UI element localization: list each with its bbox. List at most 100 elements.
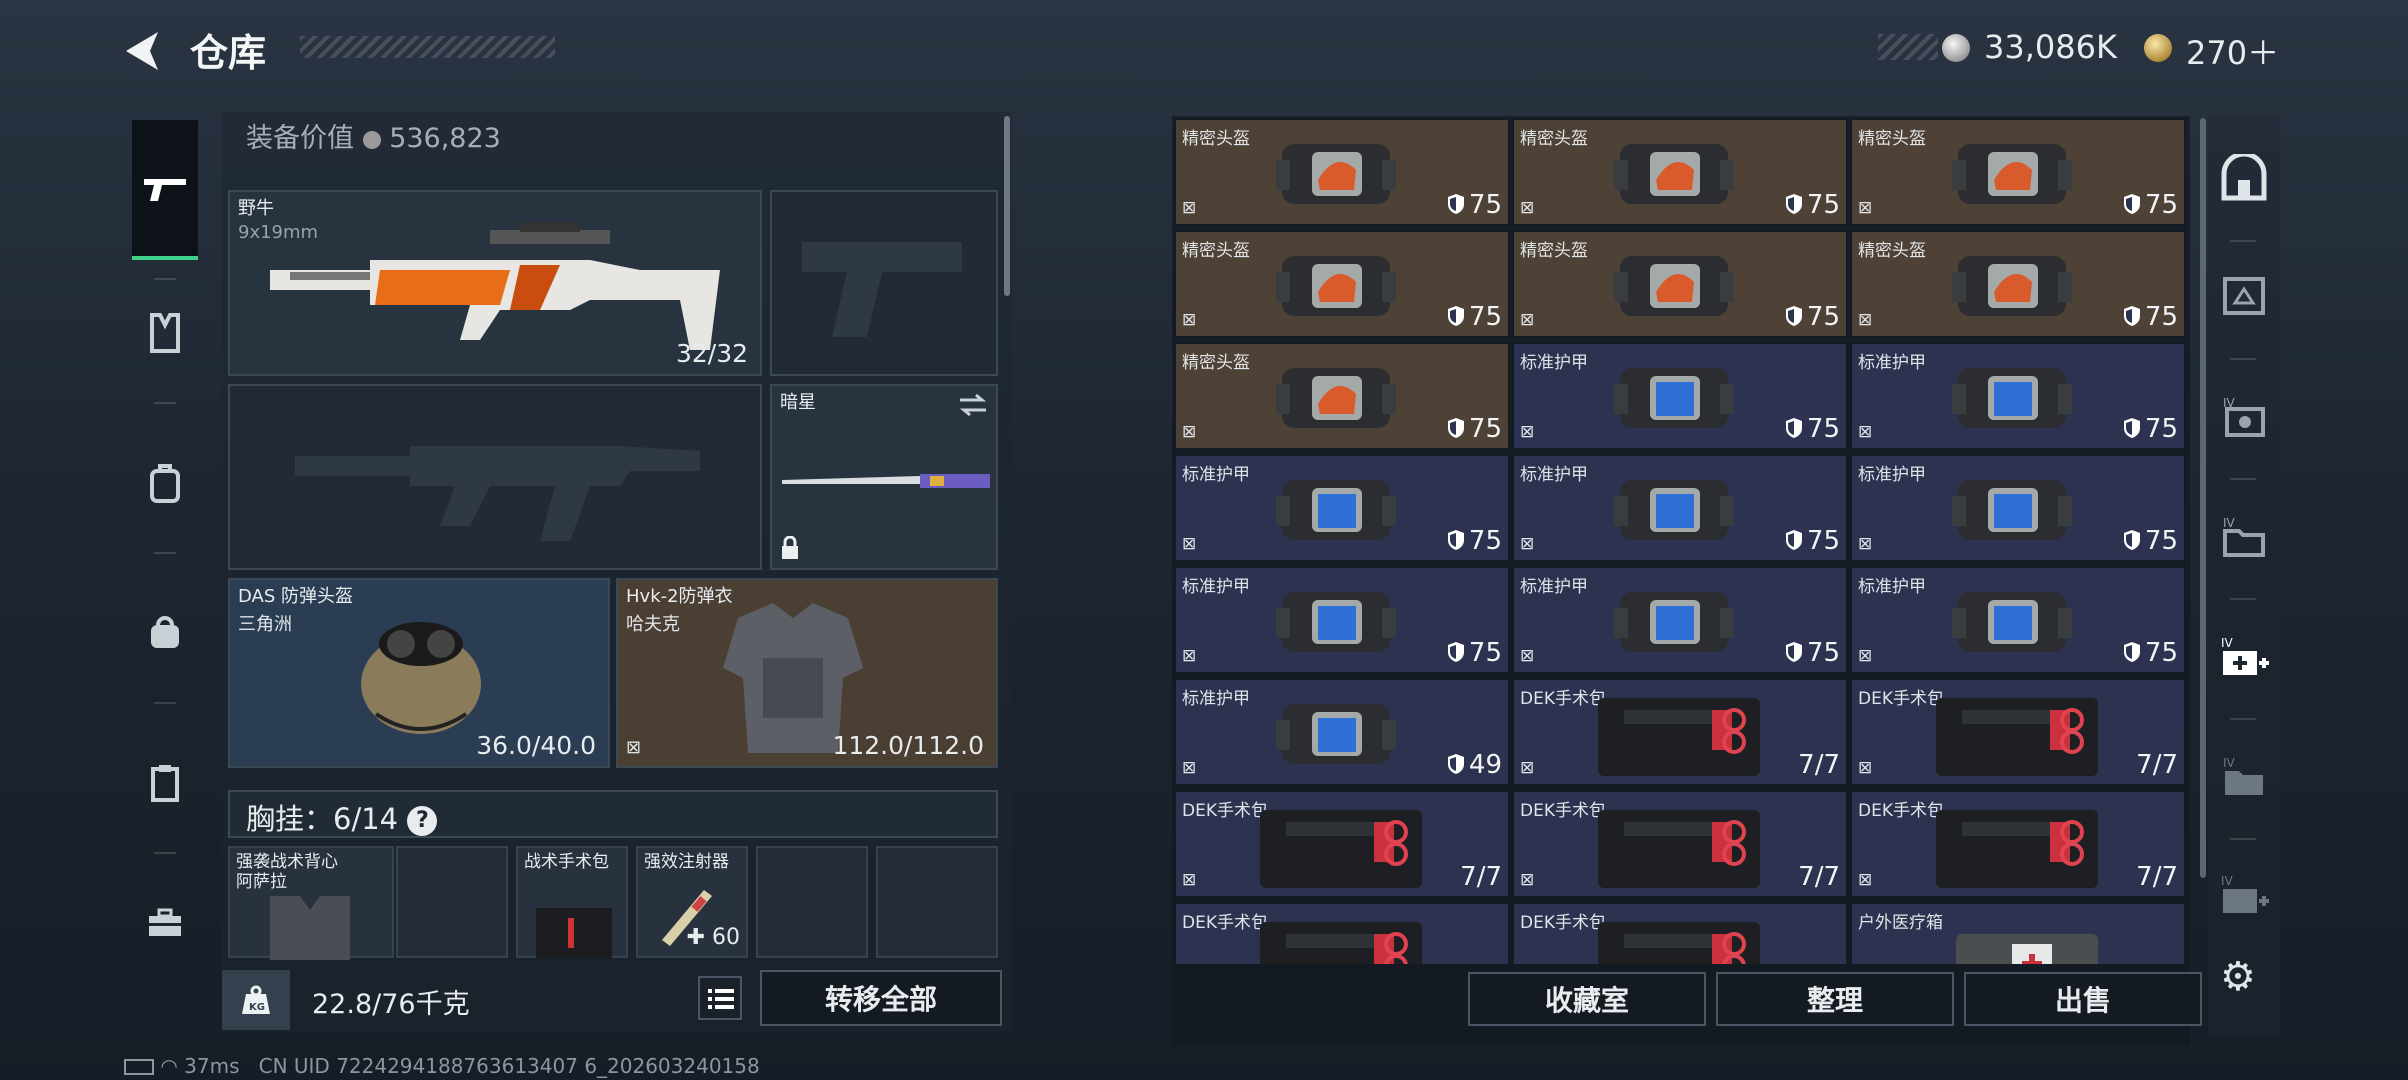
item-durability: 75 — [1447, 638, 1502, 668]
storage-item[interactable]: DEK手术包 ⊠ 7/7 — [1850, 790, 2186, 898]
armor-icon — [1952, 466, 2072, 550]
secondary-primary-weapon-slot[interactable] — [228, 384, 762, 570]
tab-bag[interactable] — [134, 602, 196, 664]
storage-item[interactable]: DEK手术包 ⊠ 7/7 — [1850, 678, 2186, 786]
item-qty-value: 75 — [1468, 638, 1502, 668]
armor-icon — [1276, 466, 1396, 550]
item-durability: 75 — [1785, 302, 1840, 332]
tab-backpack[interactable] — [134, 452, 196, 514]
storage-item[interactable]: 标准护甲 ⊠ 75 — [1850, 342, 2186, 450]
tab-storage-medical[interactable]: IV — [2216, 628, 2272, 684]
medical-storage-icon: IV — [2221, 636, 2269, 675]
tab-storage-2[interactable]: IV — [2216, 388, 2272, 444]
storage-item[interactable]: 精密头盔 ⊠ 75 — [1174, 118, 1510, 226]
item-durability: 7/7 — [1460, 862, 1502, 892]
help-icon[interactable]: ? — [407, 806, 438, 836]
durability-shield-icon — [1785, 642, 1802, 662]
collection-room-button[interactable]: 收藏室 — [1468, 972, 1706, 1026]
tab-chest-rig[interactable] — [134, 302, 196, 364]
chest-slot-surgery-kit[interactable]: 战术手术包 — [516, 846, 628, 958]
tab-storage-4[interactable]: IV — [2216, 748, 2272, 804]
storage-item[interactable]: DEK手术包⊠ — [1512, 902, 1848, 964]
item-name: 标准护甲 — [1520, 353, 1588, 373]
bind-icon: ⊠ — [1858, 534, 1873, 554]
storage-add-icon: IV — [2221, 874, 2269, 913]
surgery-kit-icon — [536, 908, 612, 958]
primary-weapon-slot[interactable]: 野牛 9x19mm 32/32 — [228, 190, 762, 376]
helmet-slot[interactable]: DAS 防弹头盔 三角洲 36.0/40.0 — [228, 578, 610, 768]
transfer-all-button[interactable]: 转移全部 — [760, 970, 1002, 1026]
item-qty-value: 7/7 — [1798, 750, 1840, 780]
storage-item[interactable]: 标准护甲 ⊠ 75 — [1512, 342, 1848, 450]
chest-slot-empty-2[interactable] — [756, 846, 868, 958]
storage-item[interactable]: 标准护甲 ⊠ 75 — [1850, 566, 2186, 674]
pistol-icon — [144, 179, 186, 201]
tab-toolbox[interactable] — [134, 892, 196, 954]
swap-icon[interactable] — [958, 392, 988, 418]
storage-item[interactable]: 标准护甲 ⊠ 49 — [1174, 678, 1510, 786]
bind-icon: ⊠ — [1182, 310, 1197, 330]
durability-shield-icon — [1785, 418, 1802, 438]
tactical-vest-icon — [270, 896, 350, 960]
tab-storage-1[interactable] — [2216, 268, 2272, 324]
storage-item[interactable]: 精密头盔 ⊠ 75 — [1512, 118, 1848, 226]
storage-item[interactable]: DEK手术包 ⊠ 7/7 — [1512, 790, 1848, 898]
bind-icon: ⊠ — [1520, 310, 1535, 330]
secondary-weapon-slot[interactable] — [770, 190, 998, 376]
chest-slot-faction: 阿萨拉 — [236, 872, 287, 892]
chest-slot-empty-1[interactable] — [396, 846, 508, 958]
storage-item[interactable]: 标准护甲 ⊠ 75 — [1512, 566, 1848, 674]
storage-item[interactable]: DEK手术包 ⊠ 7/7 — [1512, 678, 1848, 786]
storage-item[interactable]: 精密头盔 ⊠ 75 — [1174, 230, 1510, 338]
clipboard-icon — [151, 765, 179, 802]
item-durability: 75 — [1785, 190, 1840, 220]
item-durability: 7/7 — [1798, 750, 1840, 780]
storage-item[interactable]: 精密头盔 ⊠ 75 — [1850, 118, 2186, 226]
ping-value: 37ms — [184, 1054, 240, 1078]
organize-button[interactable]: 整理 — [1716, 972, 1954, 1026]
melee-weapon-slot[interactable]: 暗星 — [770, 384, 998, 570]
tab-storage-3[interactable]: IV — [2216, 508, 2272, 564]
tab-storage-5[interactable]: IV — [2216, 866, 2272, 922]
chest-slot-empty-3[interactable] — [876, 846, 998, 958]
storage-item[interactable]: 户外医疗箱⊠ — [1850, 902, 2186, 964]
primary-weapon-ammo-count: 32/32 — [675, 339, 748, 368]
item-qty-value: 75 — [2144, 302, 2178, 332]
storage-item[interactable]: 标准护甲 ⊠ 75 — [1850, 454, 2186, 562]
back-arrow-icon[interactable] — [118, 26, 168, 76]
armor-durability: 112.0/112.0 — [832, 731, 984, 760]
sell-button[interactable]: 出售 — [1964, 972, 2202, 1026]
bind-icon: ⊠ — [1182, 534, 1197, 554]
storage-item[interactable]: 标准护甲 ⊠ 75 — [1174, 454, 1510, 562]
tab-weapons[interactable] — [132, 120, 198, 260]
smg-weapon-icon — [270, 222, 720, 350]
durability-shield-icon — [2123, 306, 2140, 326]
storage-item[interactable]: 标准护甲 ⊠ 75 — [1174, 566, 1510, 674]
gear-icon[interactable]: ⚙ — [2220, 954, 2256, 1000]
chest-slot-vest[interactable]: 强袭战术背心 阿萨拉 — [228, 846, 394, 960]
weight-bag-button[interactable]: KG — [222, 970, 290, 1030]
bind-icon: ⊠ — [1858, 870, 1873, 890]
storage-item[interactable]: 精密头盔 ⊠ 75 — [1174, 342, 1510, 450]
item-qty-value: 7/7 — [1460, 862, 1502, 892]
storage-item[interactable]: 标准护甲 ⊠ 75 — [1512, 454, 1848, 562]
equipment-scrollbar[interactable] — [1004, 116, 1010, 296]
tab-clipboard[interactable] — [134, 752, 196, 814]
storage-item[interactable]: 精密头盔 ⊠ 75 — [1850, 230, 2186, 338]
svg-text:IV: IV — [2221, 874, 2234, 888]
storage-item[interactable]: DEK手术包 ⊠ 7/7 — [1174, 790, 1510, 898]
medbox-icon — [1952, 914, 2102, 964]
armor-slot[interactable]: Hvk-2防弹衣 哈夫克 ⊠ 112.0/112.0 — [616, 578, 998, 768]
storage-item[interactable]: DEK手术包⊠ — [1174, 902, 1510, 964]
gold-coin-amount[interactable]: 270＋ — [2186, 28, 2279, 74]
item-qty-value: 75 — [2144, 190, 2178, 220]
tab-all-storage[interactable] — [2216, 150, 2272, 206]
durability-shield-icon — [1785, 194, 1802, 214]
chest-slot-injector[interactable]: 强效注射器 ✚ 60 — [636, 846, 748, 958]
list-view-button[interactable] — [698, 976, 742, 1020]
storage-item[interactable]: 精密头盔 ⊠ 75 — [1512, 230, 1848, 338]
item-qty-value: 75 — [1468, 302, 1502, 332]
item-durability: 7/7 — [2136, 750, 2178, 780]
bind-icon: ⊠ — [1182, 758, 1197, 778]
storage-scrollbar[interactable] — [2200, 118, 2206, 878]
